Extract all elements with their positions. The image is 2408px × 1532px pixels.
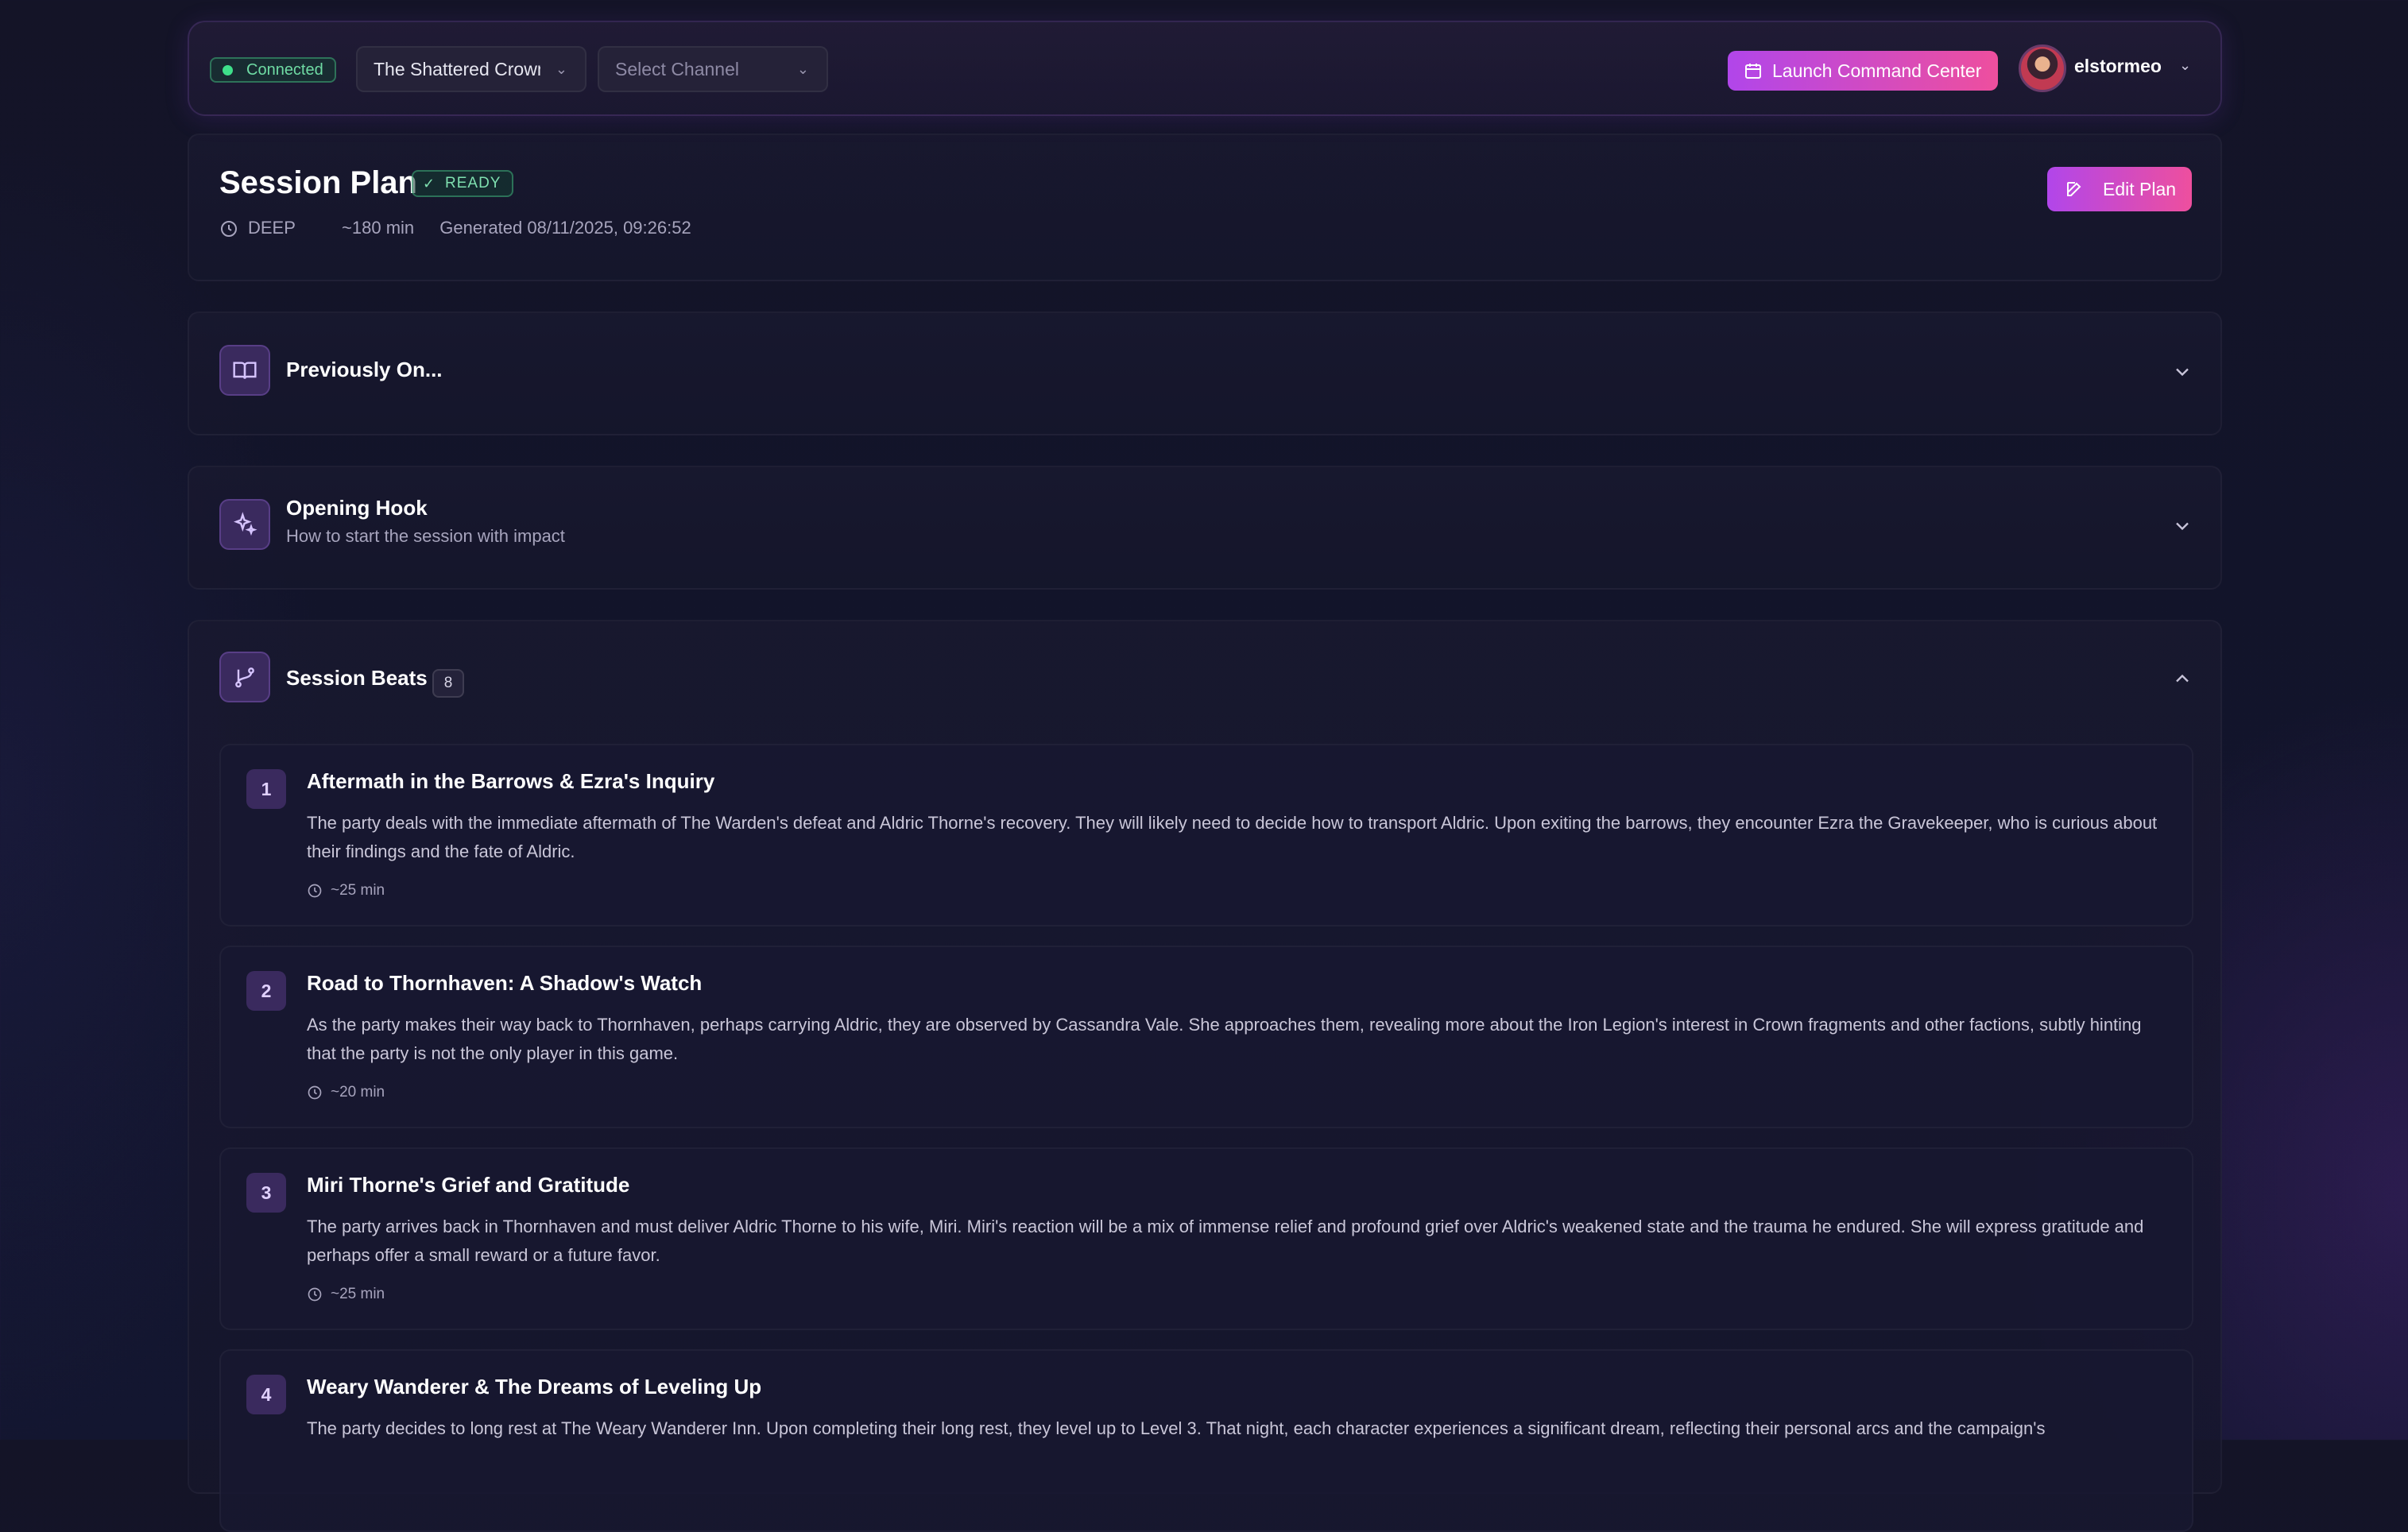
beat-number: 3	[246, 1173, 286, 1213]
avatar	[2019, 44, 2066, 92]
beat-duration-label: ~20 min	[331, 1084, 385, 1101]
edit-icon	[2067, 182, 2081, 196]
beat-duration: ~25 min	[307, 1286, 385, 1303]
duration-label: ~180 min	[342, 218, 415, 238]
clock-icon	[308, 1085, 322, 1100]
chevron-down-icon[interactable]	[2171, 361, 2193, 383]
opening-hook-section[interactable]: Opening Hook How to start the session wi…	[188, 466, 2222, 590]
beat-description: The party arrives back in Thornhaven and…	[307, 1217, 2144, 1265]
beat-description: As the party makes their way back to Tho…	[307, 1015, 2142, 1063]
chevron-down-icon: ⌄	[555, 61, 567, 77]
beat-count-badge: 8	[432, 669, 464, 698]
calendar-icon	[1745, 64, 1761, 79]
launch-label: Launch Command Center	[1772, 60, 1982, 81]
campaign-select[interactable]: The Shattered Crown ⌄	[356, 46, 587, 92]
channel-select-placeholder: Select Channel	[615, 59, 739, 79]
sparkles-icon	[219, 499, 270, 550]
section-title: Session Beats	[286, 666, 428, 690]
session-beats-section: Session Beats 8 1 Aftermath in the Barro…	[188, 620, 2222, 1532]
beat-title: Weary Wanderer & The Dreams of Leveling …	[307, 1375, 762, 1399]
chevron-down-icon: ⌄	[796, 61, 809, 77]
git-branch-icon	[219, 652, 270, 702]
connection-label: Connected	[246, 61, 323, 79]
beat-duration: ~25 min	[307, 882, 385, 899]
connection-badge: Connected	[210, 57, 336, 83]
campaign-select-value: The Shattered Crown	[374, 59, 540, 79]
beat-duration-label: ~25 min	[331, 1286, 385, 1302]
status-dot-icon	[223, 65, 233, 75]
beat-card[interactable]: 1 Aftermath in the Barrows & Ezra's Inqu…	[219, 744, 2193, 927]
launch-command-center-button[interactable]: Launch Command Center	[1728, 51, 1998, 91]
beat-card[interactable]: 2 Road to Thornhaven: A Shadow's Watch A…	[219, 946, 2193, 1128]
edit-plan-label: Edit Plan	[2103, 179, 2177, 199]
status-label: READY	[445, 175, 501, 192]
clock-icon	[221, 221, 237, 238]
beat-duration-label: ~25 min	[331, 882, 385, 899]
beat-title: Miri Thorne's Grief and Gratitude	[307, 1173, 630, 1197]
section-title: Previously On...	[286, 358, 443, 381]
channel-select[interactable]: Select Channel ⌄	[598, 46, 828, 92]
beat-duration: ~20 min	[307, 1084, 385, 1101]
depth-meta: DEEP	[219, 218, 321, 238]
page-title: Session Plan	[219, 165, 417, 200]
beat-title: Aftermath in the Barrows & Ezra's Inquir…	[307, 769, 715, 793]
plan-meta: DEEP ~180 min Generated 08/11/2025, 09:2…	[219, 218, 712, 238]
beat-number: 1	[246, 769, 286, 809]
edit-plan-button[interactable]: Edit Plan	[2047, 167, 2192, 211]
status-badge: ✓ READY	[412, 170, 513, 197]
section-subtitle: How to start the session with impact	[286, 526, 565, 546]
beat-number: 4	[246, 1375, 286, 1414]
session-plan-header: Session Plan ✓ READY DEEP ~180 min Gener…	[188, 133, 2222, 281]
chevron-down-icon: ⌄	[2179, 57, 2192, 73]
check-icon: ✓	[423, 176, 436, 192]
beat-description: The party deals with the immediate after…	[307, 813, 2158, 861]
generated-label: Generated 08/11/2025, 09:26:52	[439, 218, 691, 238]
username: elstormeo	[2074, 56, 2162, 76]
beat-description: The party decides to long rest at The We…	[307, 1418, 2046, 1438]
chevron-down-icon[interactable]	[2171, 515, 2193, 537]
top-bar: Connected The Shattered Crown ⌄ Select C…	[188, 21, 2222, 116]
beat-title: Road to Thornhaven: A Shadow's Watch	[307, 971, 703, 995]
clock-icon	[308, 1287, 322, 1302]
depth-label: DEEP	[248, 218, 296, 238]
chevron-up-icon[interactable]	[2171, 667, 2193, 690]
book-open-icon	[219, 345, 270, 396]
previously-on-section[interactable]: Previously On...	[188, 311, 2222, 435]
section-title: Opening Hook	[286, 496, 428, 520]
beat-card[interactable]: 4 Weary Wanderer & The Dreams of Levelin…	[219, 1349, 2193, 1532]
beat-card[interactable]: 3 Miri Thorne's Grief and Gratitude The …	[219, 1147, 2193, 1330]
clock-icon	[308, 884, 322, 898]
beat-number: 2	[246, 971, 286, 1011]
